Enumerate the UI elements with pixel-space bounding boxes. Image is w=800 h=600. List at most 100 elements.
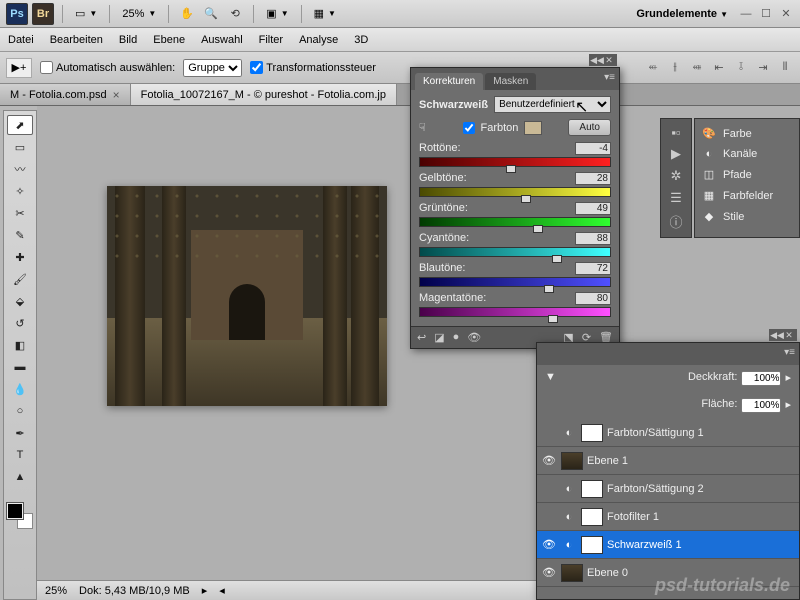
dock-stile[interactable]: ◆Stile: [701, 206, 793, 227]
move-tool[interactable]: ⬈: [7, 115, 33, 135]
preset-dropdown[interactable]: Benutzerdefiniert: [494, 96, 611, 113]
tab-korrekturen[interactable]: Korrekturen: [415, 73, 483, 90]
menu-ebene[interactable]: Ebene: [153, 34, 185, 46]
layer-row[interactable]: ◐Fotofilter 1: [537, 503, 799, 531]
zoom-field[interactable]: 25%: [45, 585, 67, 597]
auto-select-mode[interactable]: Gruppe: [183, 59, 242, 77]
expand-icon[interactable]: ◪: [434, 331, 444, 344]
dodge-tool[interactable]: ○: [7, 401, 33, 421]
menu-auswahl[interactable]: Auswahl: [201, 34, 243, 46]
histogram-icon[interactable]: ▪▫: [671, 125, 680, 140]
color-swatches[interactable]: [7, 503, 33, 529]
magentas-slider[interactable]: Magentatöne:80: [419, 292, 611, 317]
yellows-slider[interactable]: Gelbtöne:28: [419, 172, 611, 197]
layer-row-selected[interactable]: 👁◐Schwarzweiß 1: [537, 531, 799, 559]
pen-tool[interactable]: ✒: [7, 423, 33, 443]
screen-mode-dropdown[interactable]: ▣▼: [262, 5, 292, 22]
move-tool-icon[interactable]: ▶+: [6, 58, 32, 78]
opacity-input[interactable]: [741, 371, 781, 386]
collapse-icon[interactable]: ◀◀: [592, 55, 602, 65]
reds-slider[interactable]: Rottöne:-4: [419, 142, 611, 167]
stamp-tool[interactable]: ⬙: [7, 291, 33, 311]
menu-filter[interactable]: Filter: [259, 34, 283, 46]
tint-swatch[interactable]: [524, 121, 542, 135]
close-icon[interactable]: ✕: [604, 55, 614, 65]
align-vcenter-icon[interactable]: ⫲: [666, 59, 684, 77]
type-tool[interactable]: T: [7, 445, 33, 465]
eraser-tool[interactable]: ◧: [7, 335, 33, 355]
menu-datei[interactable]: Datei: [8, 34, 34, 46]
navigator-icon[interactable]: ▶: [671, 146, 681, 162]
back-icon[interactable]: ↩: [417, 331, 426, 344]
blur-tool[interactable]: 💧: [7, 379, 33, 399]
dock-farbfelder[interactable]: ▦Farbfelder: [701, 185, 793, 206]
transform-controls-checkbox[interactable]: Transformationssteuer: [250, 61, 376, 74]
close-icon[interactable]: ✕: [784, 330, 794, 340]
actions-icon[interactable]: ✲: [671, 168, 682, 184]
marquee-tool[interactable]: ▭: [7, 137, 33, 157]
gradient-tool[interactable]: ▬: [7, 357, 33, 377]
adjustments-panel[interactable]: ◀◀✕ Korrekturen Masken ▾≡ Schwarzweiß Be…: [410, 67, 620, 349]
panel-menu-icon[interactable]: ▾≡: [784, 347, 795, 358]
zoom-dropdown[interactable]: 25%▼: [118, 6, 160, 22]
minimize-icon[interactable]: —: [738, 6, 754, 22]
menu-bild[interactable]: Bild: [119, 34, 137, 46]
tint-checkbox[interactable]: [463, 122, 475, 134]
cyans-slider[interactable]: Cyantöne:88: [419, 232, 611, 257]
healing-tool[interactable]: ✚: [7, 247, 33, 267]
document-canvas[interactable]: [107, 186, 387, 406]
align-top-icon[interactable]: ⬴: [644, 59, 662, 77]
align-left-icon[interactable]: ⇤: [710, 59, 728, 77]
layout-dropdown[interactable]: ▭▼: [71, 5, 101, 22]
close-icon[interactable]: ×: [113, 88, 120, 102]
dock-farbe[interactable]: 🎨Farbe: [701, 123, 793, 144]
auto-select-checkbox[interactable]: Automatisch auswählen:: [40, 61, 175, 74]
hand-icon[interactable]: ☟: [419, 121, 426, 134]
eyedropper-tool[interactable]: ✎: [7, 225, 33, 245]
dock-kanaele[interactable]: ◐Kanäle: [701, 144, 793, 164]
align-hcenter-icon[interactable]: ⫱: [732, 59, 750, 77]
document-tab-1[interactable]: M - Fotolia.com.psd×: [0, 84, 131, 105]
align-bottom-icon[interactable]: ⬵: [688, 59, 706, 77]
info-icon[interactable]: ⓘ: [669, 212, 682, 231]
character-icon[interactable]: ☰: [670, 190, 682, 206]
layer-row[interactable]: ◐Farbton/Sättigung 1: [537, 419, 799, 447]
magic-wand-tool[interactable]: ✧: [7, 181, 33, 201]
eye-icon[interactable]: 👁: [541, 566, 557, 579]
lasso-tool[interactable]: 〰: [7, 159, 33, 179]
greens-slider[interactable]: Grüntöne:49: [419, 202, 611, 227]
visibility-icon[interactable]: 👁: [467, 331, 481, 344]
bridge-logo-icon[interactable]: Br: [32, 3, 54, 25]
arrange-dropdown[interactable]: ▦▼: [310, 5, 340, 22]
layer-row[interactable]: ◐Farbton/Sättigung 2: [537, 475, 799, 503]
align-right-icon[interactable]: ⇥: [754, 59, 772, 77]
clip-icon[interactable]: ●: [453, 331, 460, 344]
path-select-tool[interactable]: ▲: [7, 467, 33, 487]
zoom-tool-icon[interactable]: 🔍: [201, 4, 221, 24]
layer-row[interactable]: 👁Ebene 1: [537, 447, 799, 475]
maximize-icon[interactable]: ☐: [758, 6, 774, 22]
auto-button[interactable]: Auto: [568, 119, 611, 136]
close-icon[interactable]: ✕: [778, 6, 794, 22]
hand-tool-icon[interactable]: ✋: [177, 4, 197, 24]
document-tab-2[interactable]: Fotolia_10072167_M - © pureshot - Fotoli…: [131, 84, 397, 105]
blues-slider[interactable]: Blautöne:72: [419, 262, 611, 287]
brush-tool[interactable]: 🖌: [7, 269, 33, 289]
layers-panel[interactable]: ◀◀✕ ▾≡ ▼ Deckkraft: ▸ Fläche: ▸ ◐Farbton…: [536, 342, 800, 600]
history-brush-tool[interactable]: ↺: [7, 313, 33, 333]
distribute-icon[interactable]: ⫴: [776, 59, 794, 77]
panel-menu-icon[interactable]: ▾≡: [604, 72, 615, 83]
workspace-switcher[interactable]: Grundelemente ▼: [630, 8, 734, 20]
rotate-view-icon[interactable]: ⟲: [225, 4, 245, 24]
crop-tool[interactable]: ✂: [7, 203, 33, 223]
menu-analyse[interactable]: Analyse: [299, 34, 338, 46]
menu-3d[interactable]: 3D: [354, 34, 368, 46]
eye-icon[interactable]: 👁: [541, 454, 557, 467]
fill-input[interactable]: [741, 398, 781, 413]
layer-row[interactable]: 👁Ebene 0: [537, 559, 799, 587]
menu-bearbeiten[interactable]: Bearbeiten: [50, 34, 103, 46]
tab-masken[interactable]: Masken: [485, 73, 536, 90]
collapse-icon[interactable]: ◀◀: [772, 330, 782, 340]
dock-pfade[interactable]: ◫Pfade: [701, 164, 793, 185]
eye-icon[interactable]: 👁: [541, 538, 557, 551]
